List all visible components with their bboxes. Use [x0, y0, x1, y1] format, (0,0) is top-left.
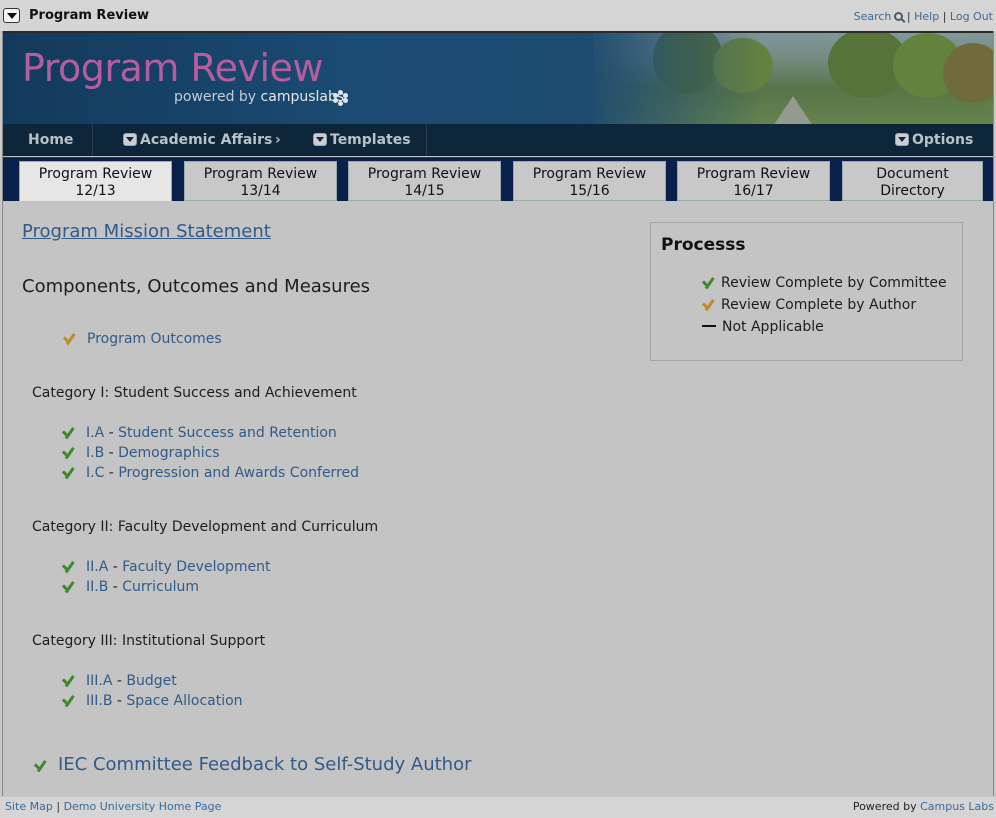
- dropdown-icon[interactable]: [313, 133, 327, 146]
- process-legend: Processs Review Complete by Committee Re…: [650, 222, 963, 361]
- main-nav: Home Academic Affairs › Templates Option…: [3, 124, 993, 156]
- list-item-i-a[interactable]: I.A - Student Success and Retention: [62, 425, 337, 441]
- campuslabs-logo-icon: [333, 90, 349, 106]
- legend-committee: Review Complete by Committee: [702, 275, 947, 291]
- breadcrumb-chevron-icon: ›: [275, 132, 281, 148]
- review-tabs: Program Review 12/13 Program Review 13/14 …: [3, 157, 993, 202]
- checkmark-icon: [62, 694, 76, 706]
- legend-author: Review Complete by Author: [702, 297, 916, 313]
- nav-templates[interactable]: Templates: [313, 124, 411, 156]
- tab-program-review-14-15[interactable]: Program Review 14/15: [348, 161, 501, 201]
- tab-program-review-13-14[interactable]: Program Review 13/14: [184, 161, 337, 201]
- search-link[interactable]: Search: [854, 10, 892, 23]
- list-item-iii-b[interactable]: III.B - Space Allocation: [62, 693, 243, 709]
- dropdown-icon[interactable]: [895, 133, 909, 146]
- footer: Site Map | Demo University Home Page Pow…: [0, 797, 996, 818]
- category-title: Category I: Student Success and Achievem…: [32, 385, 357, 401]
- checkmark-icon: [34, 759, 48, 771]
- home-page-link[interactable]: Demo University Home Page: [64, 800, 222, 813]
- list-item-iii-a[interactable]: III.A - Budget: [62, 673, 177, 689]
- search-icon[interactable]: [894, 12, 904, 21]
- main-content: Program Mission Statement Components, Ou…: [3, 201, 993, 796]
- powered-by: powered by campuslabs: [174, 89, 345, 105]
- list-item-ii-a[interactable]: II.A - Faculty Development: [62, 559, 271, 575]
- campus-labs-link[interactable]: Campus Labs: [920, 800, 994, 813]
- nav-academic-affairs[interactable]: Academic Affairs: [123, 124, 272, 156]
- section-title: Components, Outcomes and Measures: [22, 276, 371, 297]
- tab-program-review-16-17[interactable]: Program Review 16/17: [677, 161, 830, 201]
- checkmark-icon: [702, 298, 716, 310]
- list-item-program-outcomes[interactable]: Program Outcomes: [63, 331, 222, 347]
- menu-toggle-icon[interactable]: [3, 8, 20, 23]
- nav-home[interactable]: Home: [28, 124, 73, 156]
- top-bar: Program Review Search | Help | Log Out: [0, 0, 996, 31]
- list-item-i-c[interactable]: I.C - Progression and Awards Conferred: [62, 465, 359, 481]
- checkmark-icon: [62, 426, 76, 438]
- tab-program-review-12-13[interactable]: Program Review 12/13: [19, 161, 172, 202]
- top-links: Search | Help | Log Out: [853, 10, 993, 23]
- checkmark-icon: [62, 446, 76, 458]
- logout-link[interactable]: Log Out: [950, 10, 993, 23]
- checkmark-icon: [702, 276, 716, 288]
- help-link[interactable]: Help: [914, 10, 939, 23]
- nav-options[interactable]: Options: [895, 124, 973, 156]
- checkmark-icon: [62, 674, 76, 686]
- list-item-i-b[interactable]: I.B - Demographics: [62, 445, 220, 461]
- banner-title: Program Review: [22, 46, 324, 90]
- header-banner: Program Review powered by campuslabs: [3, 31, 993, 124]
- checkmark-icon: [62, 560, 76, 572]
- site-map-link[interactable]: Site Map: [5, 800, 53, 813]
- checkmark-icon: [62, 580, 76, 592]
- category-title: Category II: Faculty Development and Cur…: [32, 519, 379, 535]
- app-frame: Program Review powered by campuslabs Hom…: [2, 31, 994, 796]
- tab-program-review-15-16[interactable]: Program Review 15/16: [513, 161, 666, 201]
- category-title: Category III: Institutional Support: [32, 633, 266, 649]
- dropdown-icon[interactable]: [123, 133, 137, 146]
- program-mission-statement-link[interactable]: Program Mission Statement: [22, 221, 271, 242]
- tab-document-directory[interactable]: Document Directory: [842, 161, 983, 201]
- legend-title: Processs: [661, 235, 746, 255]
- list-item-ii-b[interactable]: II.B - Curriculum: [62, 579, 199, 595]
- window-title: Program Review: [29, 8, 150, 23]
- checkmark-icon: [62, 466, 76, 478]
- iec-feedback-link[interactable]: IEC Committee Feedback to Self-Study Aut…: [34, 754, 471, 775]
- dash-icon: [702, 325, 716, 327]
- legend-not-applicable: Not Applicable: [702, 319, 824, 335]
- checkmark-icon: [63, 332, 77, 344]
